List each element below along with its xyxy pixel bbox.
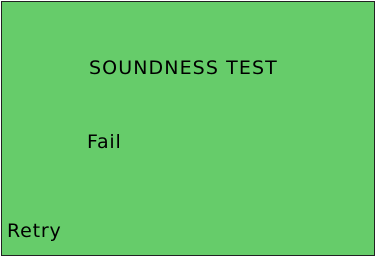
retry-softkey[interactable]: Retry <box>7 220 62 242</box>
test-result-status: Fail <box>87 131 122 153</box>
lcd-screen: SOUNDNESS TEST Fail Retry <box>1 1 375 256</box>
screen-title: SOUNDNESS TEST <box>89 57 278 79</box>
